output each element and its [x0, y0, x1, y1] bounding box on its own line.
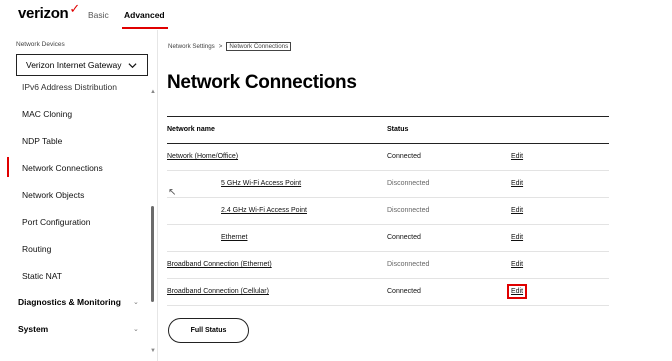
sidebar-item-ipv6-address-distribution[interactable]: IPv6 Address Distribution: [22, 82, 117, 92]
edit-link[interactable]: Edit: [511, 153, 523, 160]
chevron-down-icon: ⌄: [133, 326, 139, 333]
sidebar-item-network-connections[interactable]: Network Connections: [22, 163, 103, 173]
status-value: Connected: [387, 288, 421, 295]
table-row: Broadband Connection (Ethernet) Disconne…: [167, 252, 609, 279]
network-name-link[interactable]: 5 GHz Wi-Fi Access Point: [221, 180, 301, 187]
status-value: Connected: [387, 153, 421, 160]
page-title: Network Connections: [167, 72, 357, 93]
sidebar-item-static-nat[interactable]: Static NAT: [22, 271, 62, 281]
status-value: Disconnected: [387, 180, 430, 187]
verizon-logo[interactable]: verizon✓: [18, 1, 80, 22]
sidebar-item-routing[interactable]: Routing: [22, 244, 51, 254]
edit-link[interactable]: Edit: [511, 180, 523, 187]
network-name-link[interactable]: Network (Home/Office): [167, 153, 238, 160]
scroll-up-arrow-icon[interactable]: ▲: [150, 89, 156, 95]
table-row: Broadband Connection (Cellular) Connecte…: [167, 279, 609, 306]
column-header-status: Status: [387, 126, 409, 133]
network-name-link[interactable]: Broadband Connection (Cellular): [167, 288, 269, 295]
sidebar-item-mac-cloning[interactable]: MAC Cloning: [22, 109, 72, 119]
active-tab-indicator: [122, 27, 168, 29]
chevron-down-icon: [128, 63, 137, 69]
breadcrumb-current: Network Connections: [226, 42, 292, 51]
status-value: Disconnected: [387, 207, 430, 214]
connections-table: Network name Status Network (Home/Office…: [167, 116, 609, 306]
scroll-down-arrow-icon[interactable]: ▼: [150, 348, 156, 354]
tab-advanced[interactable]: Advanced: [122, 10, 168, 29]
chevron-down-icon: ⌄: [133, 299, 139, 306]
breadcrumb: Network Settings > Network Connections: [168, 42, 292, 51]
mouse-pointer-icon: ↖: [168, 187, 177, 198]
sidebar-section-diagnostics-monitoring[interactable]: Diagnostics & Monitoring ⌄: [18, 297, 139, 307]
network-name-link[interactable]: Ethernet: [221, 234, 247, 241]
checkmark-icon: ✓: [69, 1, 81, 16]
sidebar-item-network-objects[interactable]: Network Objects: [22, 190, 84, 200]
status-value: Disconnected: [387, 261, 430, 268]
breadcrumb-separator: >: [218, 43, 223, 50]
breadcrumb-network-settings[interactable]: Network Settings: [168, 43, 215, 50]
sidebar: Network Devices Verizon Internet Gateway…: [0, 30, 158, 361]
table-row: 5 GHz Wi-Fi Access Point Disconnected Ed…: [167, 171, 609, 198]
column-header-network-name: Network name: [167, 126, 215, 133]
table-row: Network (Home/Office) Connected Edit: [167, 144, 609, 171]
edit-link[interactable]: Edit: [511, 234, 523, 241]
tab-basic[interactable]: Basic: [88, 10, 109, 20]
table-row: Ethernet Connected Edit: [167, 225, 609, 252]
full-status-button[interactable]: Full Status: [168, 318, 249, 343]
edit-link[interactable]: Edit: [511, 261, 523, 268]
table-header: Network name Status: [167, 116, 609, 144]
active-item-indicator: [7, 157, 9, 177]
edit-link[interactable]: Edit: [511, 207, 523, 214]
sidebar-item-ndp-table[interactable]: NDP Table: [22, 136, 62, 146]
status-value: Connected: [387, 234, 421, 241]
network-name-link[interactable]: Broadband Connection (Ethernet): [167, 261, 272, 268]
sidebar-scrollbar[interactable]: [151, 206, 154, 302]
sidebar-item-port-configuration[interactable]: Port Configuration: [22, 217, 91, 227]
table-row: 2.4 GHz Wi-Fi Access Point Disconnected …: [167, 198, 609, 225]
sidebar-section-system[interactable]: System ⌄: [18, 324, 139, 334]
edit-link-highlighted[interactable]: Edit: [506, 284, 528, 299]
device-select[interactable]: Verizon Internet Gateway: [16, 54, 148, 76]
top-bar: verizon✓ Basic Advanced: [0, 0, 672, 30]
sidebar-caption: Network Devices: [16, 41, 65, 48]
network-name-link[interactable]: 2.4 GHz Wi-Fi Access Point: [221, 207, 307, 214]
